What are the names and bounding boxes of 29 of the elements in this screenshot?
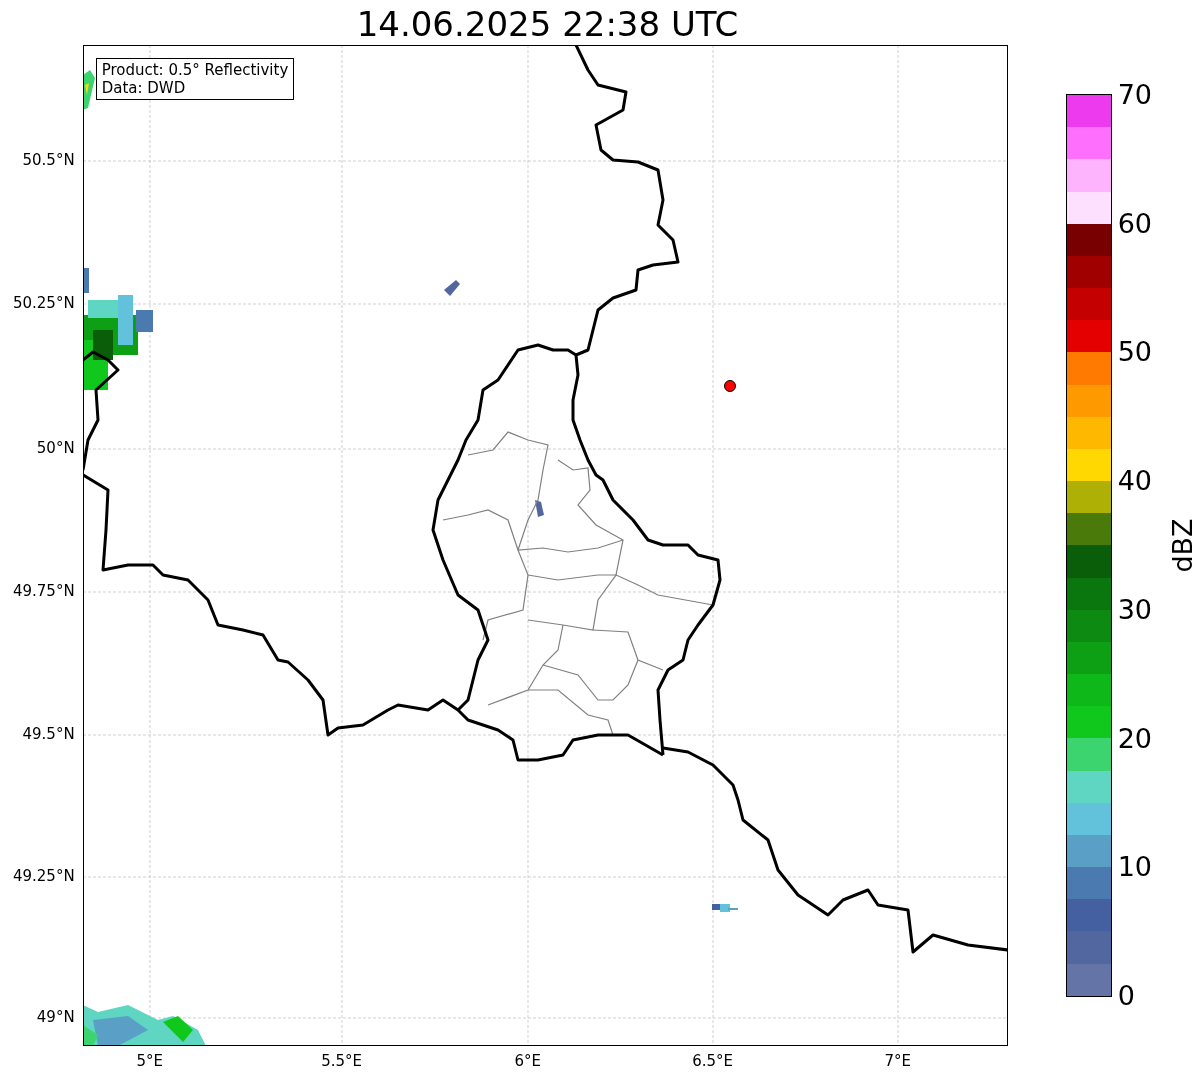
chart-title: 14.06.2025 22:38 UTC <box>355 3 740 45</box>
colorbar-tick-label: 10 <box>1117 850 1152 885</box>
radar-echo <box>83 70 95 110</box>
info-text: Data: DWD <box>101 79 187 97</box>
axis-tick-label: 49.25°N <box>12 867 75 885</box>
radar-echo <box>443 280 460 296</box>
colorbar-label: dBZ <box>1166 518 1198 573</box>
location-marker <box>723 380 736 392</box>
axis-tick-label: 49.5°N <box>22 725 75 743</box>
colorbar-tick-label: 30 <box>1117 592 1152 627</box>
info-text: Product: 0.5° Reflectivity <box>101 61 289 79</box>
axis-tick-label: 49°N <box>36 1008 75 1026</box>
colorbar-tick-label: 70 <box>1117 78 1152 112</box>
axis-tick-label: 50.5°N <box>22 151 75 169</box>
axis-tick-label: 6.5°E <box>691 1052 735 1070</box>
axis-tick-label: 50.25°N <box>12 294 75 312</box>
colorbar-tick-label: 40 <box>1117 464 1152 499</box>
axis-tick-label: 5°E <box>135 1052 164 1070</box>
radar-echo <box>711 904 738 912</box>
colorbar-tick-label: 0 <box>1117 978 1136 1013</box>
colorbar-tick-label: 60 <box>1117 206 1152 241</box>
axis-tick-label: 50°N <box>36 439 75 457</box>
axis-tick-label: 49.75°N <box>12 582 75 600</box>
axis-tick-label: 7°E <box>883 1052 912 1070</box>
colorbar-tick-label: 50 <box>1117 335 1152 370</box>
axis-tick-label: 5.5°E <box>320 1052 364 1070</box>
colorbar-tick-label: 20 <box>1117 721 1152 756</box>
axis-tick-label: 6°E <box>513 1052 542 1070</box>
radar-echo <box>534 500 544 517</box>
